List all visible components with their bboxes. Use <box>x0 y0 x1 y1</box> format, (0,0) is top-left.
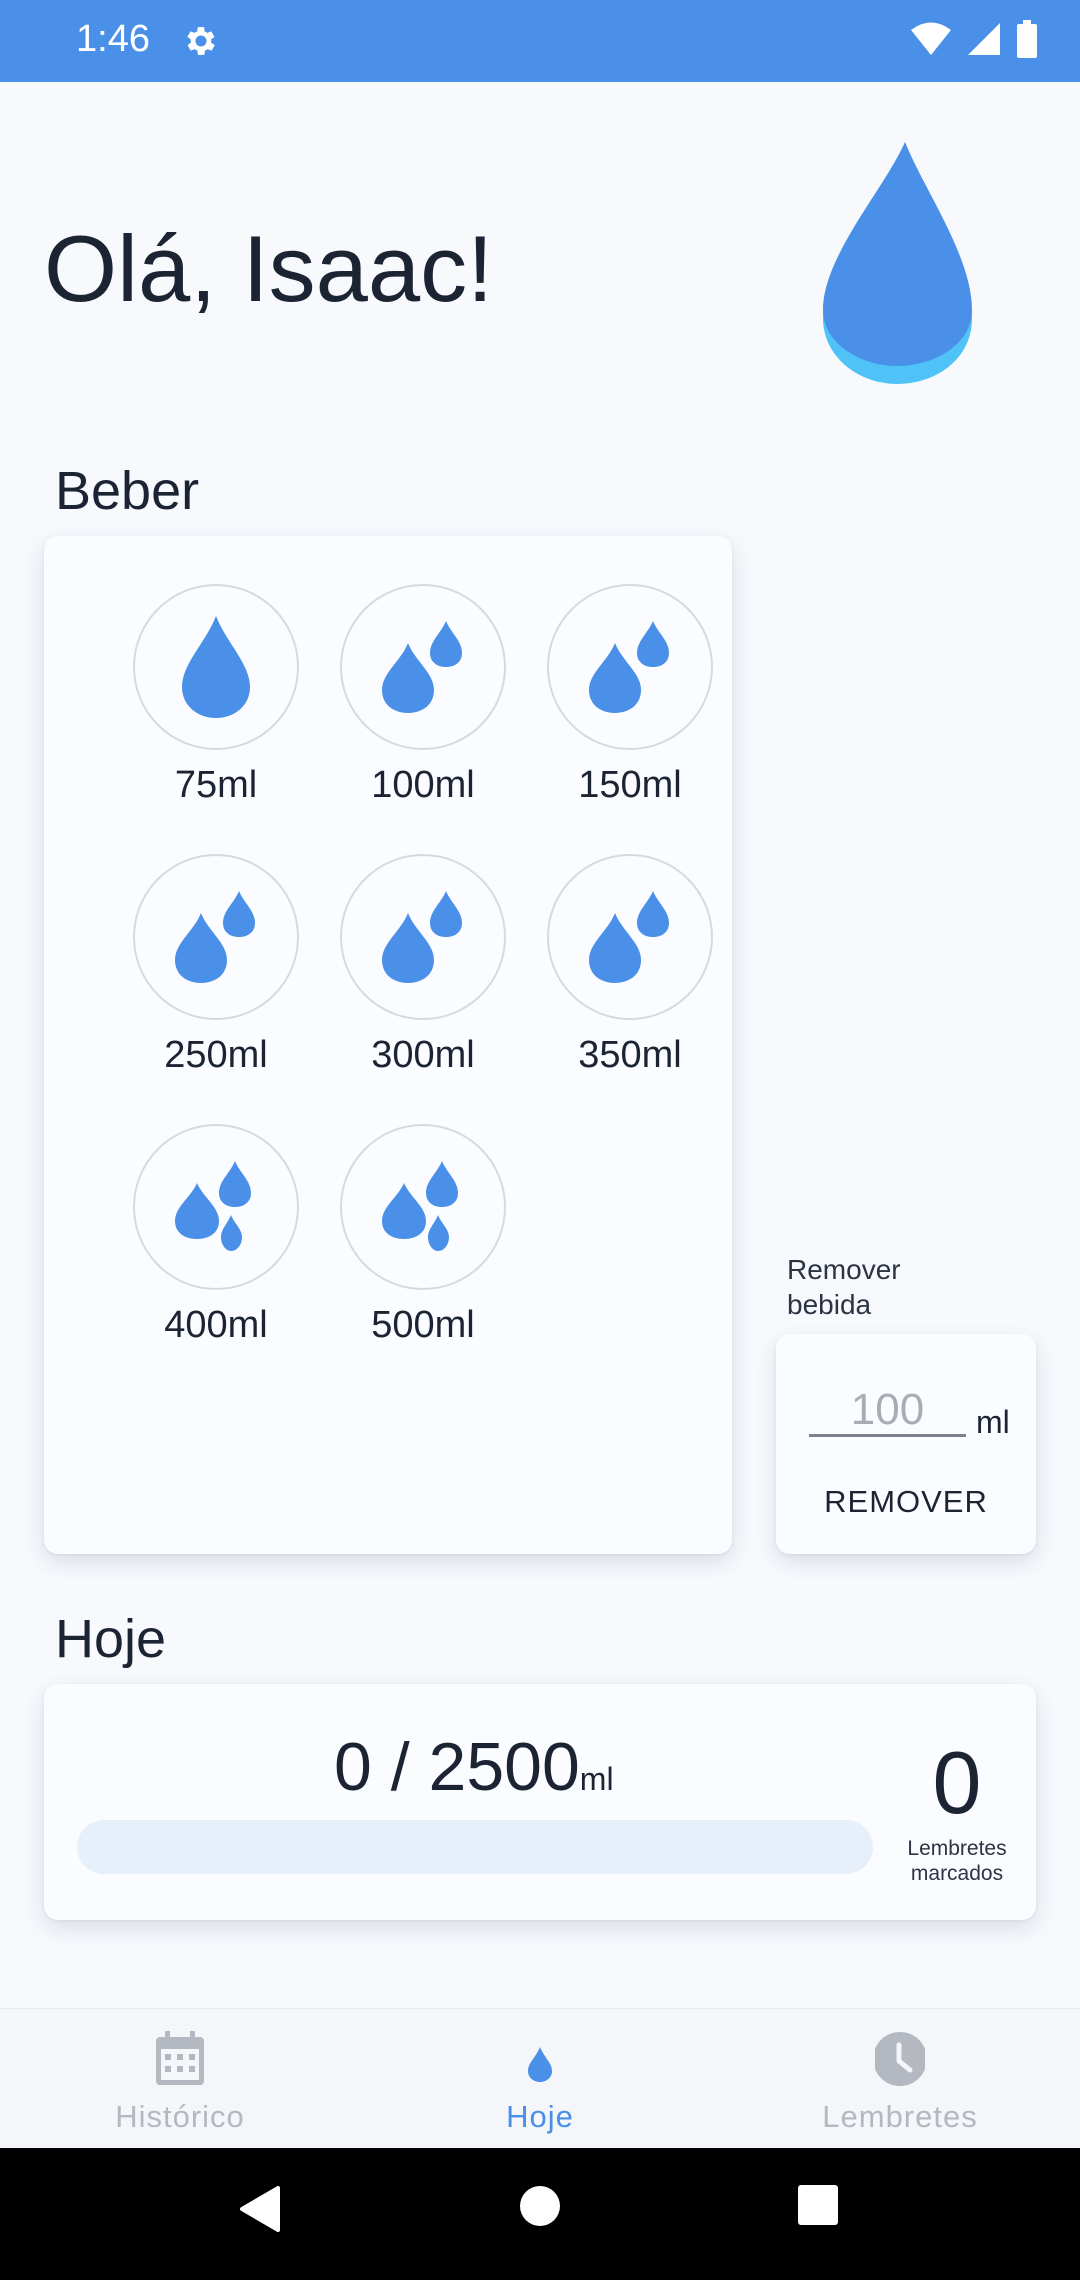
drink-option-circle[interactable] <box>547 854 713 1020</box>
drink-option-label: 250ml <box>164 1034 268 1076</box>
nav-item-historico[interactable]: Histórico <box>0 2009 360 2149</box>
drink-option-label: 350ml <box>578 1034 682 1076</box>
drink-option-75ml[interactable]: 75ml <box>116 584 316 807</box>
double-drop-icon <box>175 891 255 983</box>
reminders-count: 0 <box>932 1733 982 1832</box>
double-drop-icon <box>382 621 462 713</box>
drink-options-card: 75ml 100ml 150ml 250ml 300ml 350ml 400ml… <box>44 536 732 1554</box>
signal-icon <box>968 23 1000 55</box>
greeting-title: Olá, Isaac! <box>44 216 494 321</box>
drink-section-title: Beber <box>55 461 200 521</box>
system-navigation-bar <box>0 2148 1080 2280</box>
remove-unit-label: ml <box>976 1404 1010 1440</box>
drink-option-400ml[interactable]: 400ml <box>116 1124 316 1347</box>
battery-icon <box>1017 20 1037 58</box>
clock-icon <box>875 2032 925 2086</box>
remove-drink-caption: Remover bebida <box>787 1254 901 1320</box>
wifi-icon <box>911 22 951 55</box>
drink-option-150ml[interactable]: 150ml <box>530 584 730 807</box>
triple-drop-icon <box>175 1161 251 1251</box>
back-icon[interactable] <box>238 2184 282 2234</box>
drink-option-100ml[interactable]: 100ml <box>323 584 523 807</box>
drink-option-label: 300ml <box>371 1034 475 1076</box>
water-drop-logo-icon <box>823 142 972 384</box>
double-drop-icon <box>382 891 462 983</box>
today-summary-card: 0 / 2500ml 0 Lembretes marcados <box>44 1684 1036 1920</box>
drink-option-350ml[interactable]: 350ml <box>530 854 730 1077</box>
reminders-label: Lembretes marcados <box>907 1837 1007 1885</box>
nav-label-hoje: Hoje <box>506 2099 574 2134</box>
status-bar: 1:46 <box>0 0 1080 82</box>
today-section-title: Hoje <box>55 1609 167 1669</box>
calendar-icon <box>156 2031 204 2085</box>
remove-drink-card: ml REMOVER <box>776 1334 1036 1554</box>
double-drop-icon <box>589 891 669 983</box>
nav-item-lembretes[interactable]: Lembretes <box>720 2009 1080 2149</box>
drink-option-label: 400ml <box>164 1304 268 1346</box>
today-consumed-amount: 0 / 2500ml <box>334 1728 614 1806</box>
drink-option-500ml[interactable]: 500ml <box>323 1124 523 1347</box>
bottom-navigation: Histórico Hoje Lembretes <box>0 2008 1080 2149</box>
today-consumed-value: 0 / 2500 <box>334 1729 580 1805</box>
recents-icon[interactable] <box>797 2184 839 2226</box>
triple-drop-icon <box>382 1161 458 1251</box>
drink-option-circle[interactable] <box>133 1124 299 1290</box>
remove-amount-input[interactable] <box>809 1386 966 1437</box>
drink-option-label: 150ml <box>578 764 682 806</box>
drink-option-circle[interactable] <box>133 854 299 1020</box>
water-drop-icon <box>528 2047 552 2082</box>
remove-button[interactable]: REMOVER <box>776 1484 1036 1520</box>
drink-option-250ml[interactable]: 250ml <box>116 854 316 1077</box>
drink-option-label: 100ml <box>371 764 475 806</box>
drink-option-circle[interactable] <box>547 584 713 750</box>
status-time: 1:46 <box>76 18 150 60</box>
status-icons <box>910 20 1038 58</box>
drink-option-label: 500ml <box>371 1304 475 1346</box>
settings-gear-icon <box>187 27 215 55</box>
nav-item-hoje[interactable]: Hoje <box>360 2009 720 2149</box>
drink-option-300ml[interactable]: 300ml <box>323 854 523 1077</box>
drink-option-circle[interactable] <box>340 1124 506 1290</box>
drink-option-circle[interactable] <box>340 854 506 1020</box>
drink-option-circle[interactable] <box>340 584 506 750</box>
home-icon[interactable] <box>518 2184 562 2228</box>
double-drop-icon <box>589 621 669 713</box>
nav-label-historico: Histórico <box>115 2099 245 2134</box>
drink-option-label: 75ml <box>174 764 258 806</box>
today-consumed-unit: ml <box>579 1761 614 1797</box>
drink-option-circle[interactable] <box>133 584 299 750</box>
today-progress-bar <box>77 1820 873 1874</box>
nav-label-lembretes: Lembretes <box>822 2099 978 2134</box>
single-drop-icon <box>182 616 250 718</box>
